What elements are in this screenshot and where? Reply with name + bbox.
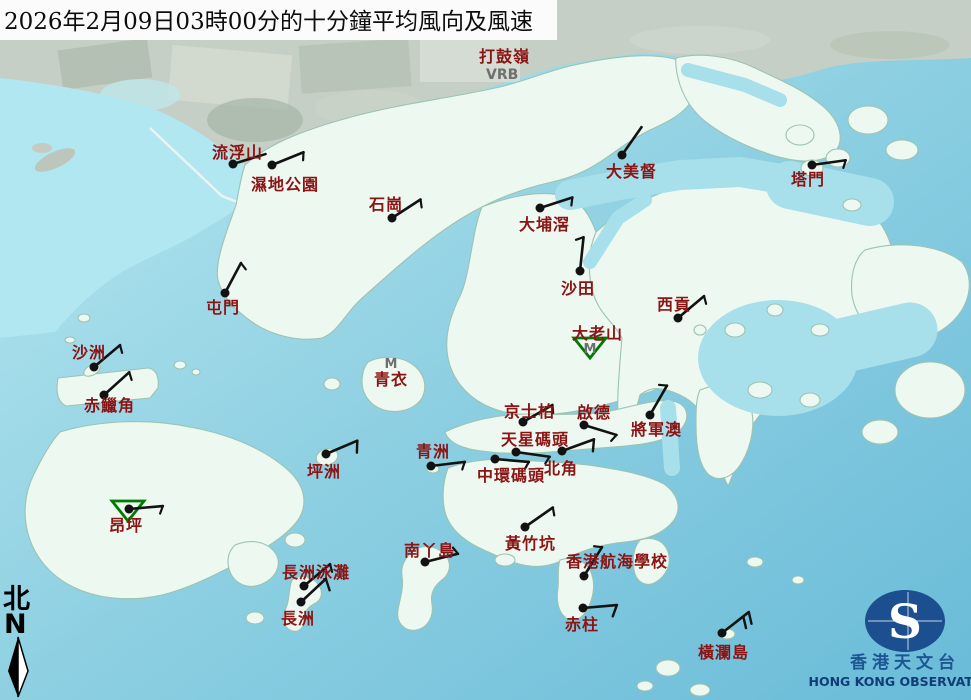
wind-barb-half [659,385,667,386]
station-label: 京士柏 [504,402,555,421]
wind-map: 打鼓嶺VRB流浮山濕地公園石崗大美督塔門大埔滘沙田西貢M大老山屯門沙洲赤鱲角M青… [0,0,971,700]
islet-sung-kong [747,557,763,567]
station-label: 北角 [544,459,578,478]
station-label: 中環碼頭 [477,466,545,485]
land-shek-kwu-chau [246,612,264,624]
station-label: 香港航海學校 [565,552,668,571]
station-label: 南丫島 [404,541,455,560]
station-label: 昂坪 [109,516,143,535]
islet-lung-kwu [78,314,90,322]
station-dot [618,151,627,160]
station-label: 赤柱 [565,615,599,634]
station-label: 沙田 [561,279,595,298]
station-dot [322,450,331,459]
station-dot [388,214,397,223]
port-shelter-mouth [845,330,910,345]
station-label: 青衣 [374,370,408,389]
islet-brothers-1 [174,361,186,369]
islet-mirs [843,199,861,211]
station-label: 將軍澳 [631,420,682,439]
station-label: 坪洲 [307,462,341,481]
station-dot [674,314,683,323]
hko-logo-s-swirl: S [888,595,922,650]
station-dot [90,363,99,372]
islet-po-toi [656,660,680,676]
station-label: 塔門 [791,170,825,189]
land-ap-lei-chau [495,554,515,566]
wind-barb-full [593,439,594,451]
station-label: 打鼓嶺 [479,47,530,66]
islet-brothers-2 [192,369,200,375]
station-label: 大老山 [572,324,623,343]
compass-north-letter: N [4,609,27,640]
islet-port-shelter-3 [811,324,829,336]
station-label: 青洲 [416,442,450,461]
islet-north [786,125,814,145]
station-dot [521,523,530,532]
land-ne-islet [848,106,888,134]
station-dot [579,604,588,613]
station-label: 黃竹坑 [504,534,556,553]
page-title: 2026年2月09日03時00分的十分鐘平均風向及風速 [4,9,533,35]
land-east-islet [862,420,898,444]
wind-barb-half [571,197,572,205]
islet-po-toi-3 [690,684,710,696]
station-dot [221,289,230,298]
station-dot [646,411,655,420]
map-canvas: 打鼓嶺VRB流浮山濕地公園石崗大美督塔門大埔滘沙田西貢M大老山屯門沙洲赤鱲角M青… [0,0,971,700]
station-dot [580,572,589,581]
station-label: 濕地公園 [251,175,319,194]
islet-kiu-tsui [694,325,706,335]
islet-port-shelter-2 [767,304,783,316]
station-dot [491,455,500,464]
station-label: 長洲 [281,609,315,628]
station-dot [297,598,306,607]
station-wind-note: VRB [486,67,518,83]
station-label: 石崗 [368,195,403,214]
station-dot [536,204,545,213]
station-label: 橫瀾島 [698,643,749,662]
islet-port-shelter-4 [748,382,772,398]
station-label: 赤鱲角 [84,396,135,415]
wind-barb-half [421,199,422,207]
land-east-island [895,362,965,418]
wind-barb-half [553,507,554,515]
land-hei-ling-chau [285,533,305,547]
station-label: 天星碼頭 [501,430,569,449]
land-ne-islet-2 [886,140,918,160]
station-label: 沙洲 [72,343,106,362]
station-label: 屯門 [206,298,240,317]
station-dot [808,161,817,170]
station-m-flag: M [584,342,597,357]
wind-barb-half [594,546,602,547]
islet-beaufort [792,576,804,584]
station-dot [427,462,436,471]
station-dot [268,161,277,170]
station-dot [558,447,567,456]
station-label: 流浮山 [212,143,263,162]
station-label: 大美督 [606,162,657,181]
islet-port-shelter-1 [725,323,745,337]
station-dot [125,505,134,514]
islet-port-shelter-5 [800,393,820,407]
hko-logo-english: HONG KONG OBSERVATORY [809,674,971,689]
station-dot [576,267,585,276]
land-ma-wan [324,378,340,390]
station-label: 長洲泳灘 [282,563,350,582]
hko-logo-chinese: 香港天文台 [850,652,960,673]
station-label: 啟德 [577,403,611,422]
station-dot [300,582,309,591]
station-label: 西貢 [657,295,691,314]
station-dot [718,629,727,638]
station-label: 大埔滘 [519,215,570,234]
deep-bay-islet-2 [32,143,52,153]
islet-po-toi-2 [637,681,653,691]
islet-grass [826,149,850,167]
